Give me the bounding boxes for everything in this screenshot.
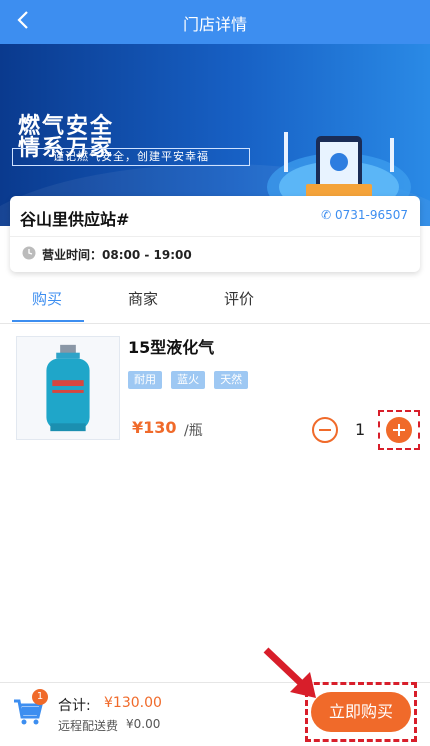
shipping-label: 远程配送费: [58, 719, 119, 733]
tab-merchant[interactable]: 商家: [128, 288, 158, 309]
page-title: 门店详情: [182, 15, 247, 34]
total-value: ¥130.00: [104, 695, 162, 711]
product-tags: 耐用 蓝火 天然: [128, 368, 252, 389]
quantity-value: 1: [355, 420, 366, 439]
decrease-quantity-button[interactable]: [312, 417, 338, 443]
store-phone-link[interactable]: ✆ 0731-96507: [321, 208, 408, 222]
cart-count-badge: 1: [32, 689, 48, 705]
total-label: 合计:: [58, 698, 91, 714]
tab-reviews[interactable]: 评价: [224, 288, 254, 309]
product-price: ¥130: [132, 418, 177, 437]
product-unit: /瓶: [184, 423, 203, 439]
tab-buy[interactable]: 购买: [32, 288, 62, 309]
store-card: 谷山里供应站# ✆ 0731-96507 营业时间：08:00 - 19:00: [10, 196, 420, 272]
header-bar: 门店详情: [0, 0, 430, 44]
store-name: 谷山里供应站#: [20, 210, 130, 229]
buy-now-button[interactable]: 立即购买: [311, 692, 411, 732]
tag-blue-flame: 蓝火: [171, 371, 206, 389]
banner-slogan: 谨记燃气安全，创建平安幸福: [12, 148, 250, 166]
store-hours: 营业时间：08:00 - 19:00: [42, 248, 192, 262]
gas-cylinder-image[interactable]: [16, 336, 120, 440]
divider: [10, 236, 420, 237]
pointer-arrow-icon: [263, 647, 316, 698]
active-tab-indicator: [12, 320, 84, 322]
shipping-value: ¥0.00: [126, 717, 161, 731]
tag-natural: 天然: [214, 371, 249, 389]
product-name: 15型液化气: [128, 338, 215, 357]
tag-durable: 耐用: [128, 371, 162, 389]
clock-icon: [22, 246, 36, 260]
tab-bar: 购买 商家 评价: [0, 280, 430, 324]
increase-quantity-button[interactable]: [386, 417, 412, 443]
